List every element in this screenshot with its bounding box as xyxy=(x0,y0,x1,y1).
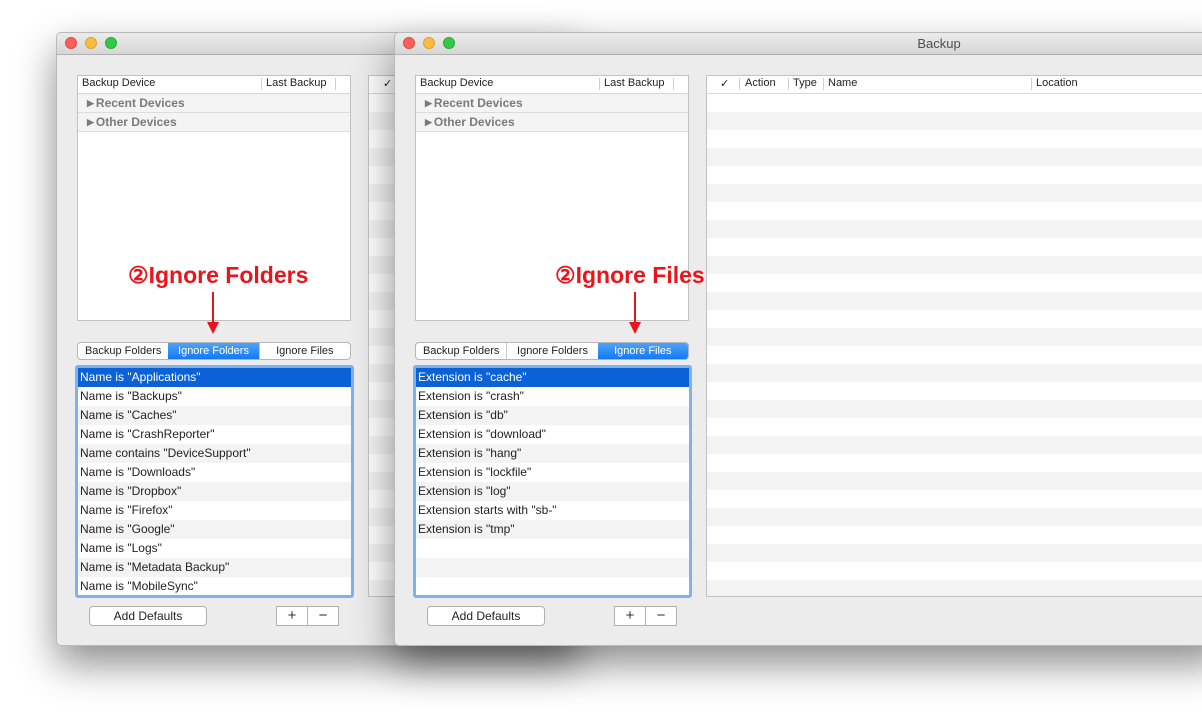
disclosure-triangle-icon[interactable]: ▶ xyxy=(425,98,432,108)
annotation-ignore-folders: ②Ignore Folders xyxy=(128,262,309,288)
files-table-header: ✓ Action Type Name Location xyxy=(707,76,1202,94)
list-item[interactable]: Name is "Firefox" xyxy=(78,501,351,520)
list-item[interactable]: Name is "Dropbox" xyxy=(78,482,351,501)
add-rule-button[interactable]: + xyxy=(615,607,645,625)
column-last-backup[interactable]: Last Backup xyxy=(604,77,665,89)
column-action[interactable]: Action xyxy=(745,77,776,89)
tab-ignore-files[interactable]: Ignore Files xyxy=(258,343,350,359)
annotation-arrow-line xyxy=(212,292,214,323)
list-item-empty xyxy=(416,577,689,595)
group-other-devices[interactable]: ▶ Other Devices xyxy=(416,113,688,132)
tab-backup-folders[interactable]: Backup Folders xyxy=(78,343,168,359)
list-item[interactable]: Name is "CrashReporter" xyxy=(78,425,351,444)
front-window-titlebar[interactable]: Backup xyxy=(395,33,1202,55)
column-backup-device[interactable]: Backup Device xyxy=(420,77,493,89)
remove-rule-button[interactable]: − xyxy=(307,607,338,625)
list-item[interactable]: Extension is "tmp" xyxy=(416,520,689,539)
list-item-empty xyxy=(416,539,689,558)
zoom-button[interactable] xyxy=(105,37,117,49)
devices-table-header: Backup Device Last Backup xyxy=(416,76,688,94)
add-defaults-button[interactable]: Add Defaults xyxy=(89,606,207,626)
add-remove-control: + − xyxy=(276,606,339,626)
files-table[interactable]: ✓ Action Type Name Location xyxy=(706,75,1202,597)
list-item-empty xyxy=(416,558,689,577)
list-item[interactable]: Extension starts with "sb-" xyxy=(416,501,689,520)
column-check[interactable]: ✓ xyxy=(720,77,729,90)
column-location[interactable]: Location xyxy=(1036,77,1078,89)
tab-backup-folders[interactable]: Backup Folders xyxy=(416,343,506,359)
column-backup-device[interactable]: Backup Device xyxy=(82,77,155,89)
annotation-arrow-line xyxy=(634,292,636,323)
list-item[interactable]: Name is "Caches" xyxy=(78,406,351,425)
list-item[interactable]: Name contains "DeviceSupport" xyxy=(78,444,351,463)
disclosure-triangle-icon[interactable]: ▶ xyxy=(87,117,94,127)
ignore-folders-list[interactable]: Name is "Applications" Name is "Backups"… xyxy=(75,365,354,598)
ignore-files-list[interactable]: Extension is "cache" Extension is "crash… xyxy=(413,365,692,598)
add-remove-control: + − xyxy=(614,606,677,626)
list-item[interactable]: Name is "Applications" xyxy=(78,368,351,387)
remove-rule-button[interactable]: − xyxy=(645,607,676,625)
list-item[interactable]: Name is "MobileSync" xyxy=(78,577,351,595)
group-other-devices[interactable]: ▶ Other Devices xyxy=(78,113,350,132)
list-item[interactable]: Extension is "download" xyxy=(416,425,689,444)
list-item[interactable]: Name is "Logs" xyxy=(78,539,351,558)
tab-ignore-files[interactable]: Ignore Files xyxy=(597,343,688,359)
annotation-ignore-files: ②Ignore Files xyxy=(555,262,705,288)
window-title: Backup xyxy=(917,36,961,51)
tab-ignore-folders[interactable]: Ignore Folders xyxy=(168,343,259,359)
annotation-arrow-head-icon xyxy=(207,322,219,334)
add-rule-button[interactable]: + xyxy=(277,607,307,625)
column-type[interactable]: Type xyxy=(793,77,817,89)
front-tab-bar: Backup Folders Ignore Folders Ignore Fil… xyxy=(415,342,689,360)
close-button[interactable] xyxy=(65,37,77,49)
list-item[interactable]: Extension is "log" xyxy=(416,482,689,501)
list-item[interactable]: Name is "Backups" xyxy=(78,387,351,406)
annotation-arrow-head-icon xyxy=(629,322,641,334)
list-item[interactable]: Extension is "lockfile" xyxy=(416,463,689,482)
back-tab-bar: Backup Folders Ignore Folders Ignore Fil… xyxy=(77,342,351,360)
column-check[interactable]: ✓ xyxy=(383,77,392,90)
column-name[interactable]: Name xyxy=(828,77,857,89)
list-item[interactable]: Extension is "crash" xyxy=(416,387,689,406)
minimize-button[interactable] xyxy=(85,37,97,49)
list-item[interactable]: Name is "Metadata Backup" xyxy=(78,558,351,577)
disclosure-triangle-icon[interactable]: ▶ xyxy=(425,117,432,127)
disclosure-triangle-icon[interactable]: ▶ xyxy=(87,98,94,108)
column-last-backup[interactable]: Last Backup xyxy=(266,77,327,89)
list-item[interactable]: Name is "Downloads" xyxy=(78,463,351,482)
list-item[interactable]: Name is "Google" xyxy=(78,520,351,539)
group-recent-devices[interactable]: ▶ Recent Devices xyxy=(78,94,350,113)
add-defaults-button[interactable]: Add Defaults xyxy=(427,606,545,626)
list-item[interactable]: Extension is "hang" xyxy=(416,444,689,463)
list-item[interactable]: Extension is "db" xyxy=(416,406,689,425)
front-window: Backup Backup Device Last Backup ▶ Recent… xyxy=(394,32,1202,646)
tab-ignore-folders[interactable]: Ignore Folders xyxy=(506,343,597,359)
devices-table-header: Backup Device Last Backup xyxy=(78,76,350,94)
list-item[interactable]: Extension is "cache" xyxy=(416,368,689,387)
group-recent-devices[interactable]: ▶ Recent Devices xyxy=(416,94,688,113)
